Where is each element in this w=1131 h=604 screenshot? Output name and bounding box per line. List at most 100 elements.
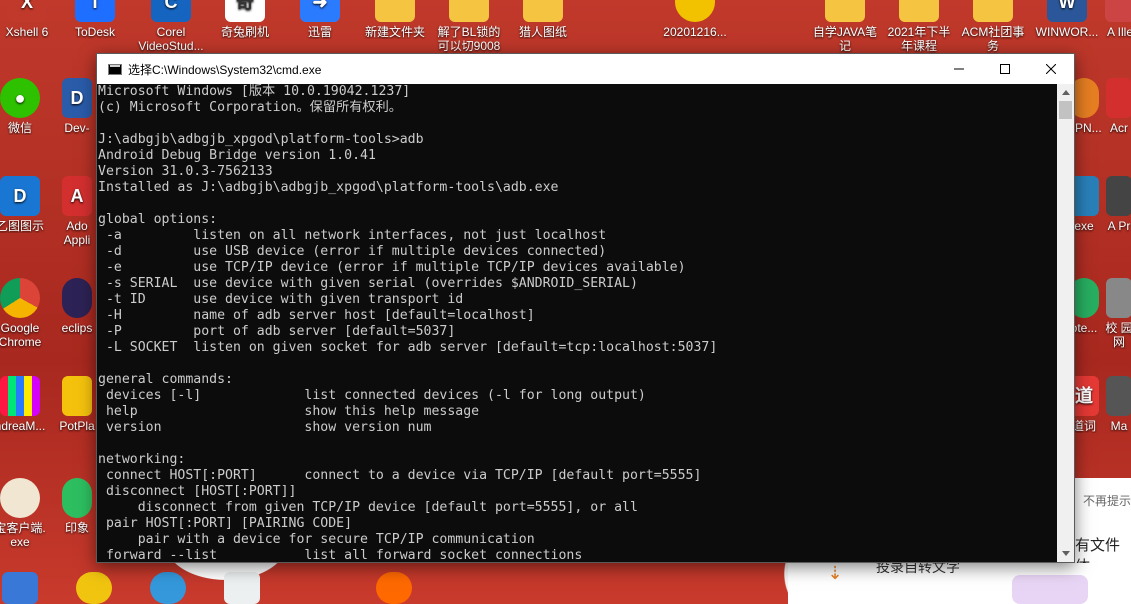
bao-icon <box>0 478 40 518</box>
desktop-icon-potplayer[interactable]: PotPla <box>57 376 97 433</box>
console-line: (c) Microsoft Corporation。保留所有权利。 <box>98 100 402 115</box>
console-line: global options: <box>98 212 218 227</box>
chevron-up-icon <box>1061 90 1070 95</box>
desktop-icon-todesk[interactable]: T ToDesk <box>60 0 130 39</box>
xunlei-icon: ➜ <box>300 0 340 22</box>
qitu-icon: 奇 <box>225 0 265 22</box>
scroll-down-button[interactable] <box>1057 545 1074 562</box>
evernote-icon <box>62 478 92 518</box>
title-bar[interactable]: 选择C:\Windows\System32\cmd.exe <box>97 54 1074 84</box>
desktop-icon-bao[interactable]: 宝客户端. exe <box>0 478 55 549</box>
green-app-icon[interactable] <box>76 572 112 604</box>
usb-icon: ⇣ <box>827 563 843 583</box>
chrome-icon <box>0 278 40 318</box>
desktop-icon-xunlei[interactable]: ➜ 迅雷 <box>285 0 355 39</box>
desktop-icon-hunter[interactable]: 猎人图纸 <box>508 0 578 39</box>
console-line: -L SOCKET listen on given socket for adb… <box>98 340 718 355</box>
folder-icon <box>973 0 1013 22</box>
console-line: -a listen on all network interfaces, not… <box>98 228 607 243</box>
desktop-icon-evernote[interactable]: 印象 <box>57 478 97 535</box>
console-line: pair with a device for secure TCP/IP com… <box>98 532 535 547</box>
console-text[interactable]: Microsoft Windows [版本 10.0.19042.1237] (… <box>98 84 1057 562</box>
desktop-icon-java-notes[interactable]: 自学JAVA笔 记 <box>810 0 880 53</box>
desktop-icon-ille[interactable]: A Ille <box>1100 0 1131 39</box>
image-icon <box>675 0 715 22</box>
desktop-icon-chrome[interactable]: Google Chrome <box>0 278 55 349</box>
app-icon <box>1105 0 1131 22</box>
app-thumbnail-icon <box>1012 575 1088 604</box>
adobe-icon: A <box>62 176 92 216</box>
corel-icon: C <box>151 0 191 22</box>
desktop-icon-corel[interactable]: C Corel VideoStud... <box>136 0 206 53</box>
console-line: forward --list list all forward socket c… <box>98 548 583 562</box>
console-line: disconnect from given TCP/IP device [def… <box>98 500 638 515</box>
minimize-button[interactable] <box>936 54 982 84</box>
scroll-up-button[interactable] <box>1057 84 1074 101</box>
side-panel: 不再提示 有文件体 <box>1075 478 1131 575</box>
console-output[interactable]: Microsoft Windows [版本 10.0.19042.1237] (… <box>97 84 1057 562</box>
console-line: -H name of adb server host [default=loca… <box>98 308 535 323</box>
console-line: J:\adbgjb\adbgjb_xpgod\platform-tools>ad… <box>98 132 424 147</box>
maximize-icon <box>1000 64 1010 74</box>
console-line: devices [-l] list connected devices (-l … <box>98 388 646 403</box>
scrollbar-thumb[interactable] <box>1059 101 1072 119</box>
app-icon <box>1106 376 1131 416</box>
desktop-icon-devcpp[interactable]: D Dev- <box>57 78 97 135</box>
console-line: -s SERIAL use device with given serial (… <box>98 276 638 291</box>
mushroom-app-icon[interactable] <box>150 572 186 604</box>
vertical-scrollbar[interactable] <box>1057 84 1074 562</box>
desktop-icon-bl-folder[interactable]: 解了BL锁的 可以切9008 <box>434 0 504 53</box>
desktop-icon-eclipse[interactable]: eclips <box>57 278 97 335</box>
close-button[interactable] <box>1028 54 1074 84</box>
app-icon <box>1106 278 1131 318</box>
desktop-icon-adobe[interactable]: A Ado Appli <box>57 176 97 247</box>
chevron-down-icon <box>1061 551 1070 556</box>
devcpp-icon: D <box>62 78 92 118</box>
console-line: -d use USB device (error if multiple dev… <box>98 244 607 259</box>
console-line: networking: <box>98 452 186 467</box>
xshell-icon: X <box>7 0 47 22</box>
potplayer-icon <box>62 376 92 416</box>
grid-icon <box>0 376 40 416</box>
wechat-icon: ● <box>0 78 40 118</box>
maximize-button[interactable] <box>982 54 1028 84</box>
console-line: help show this help message <box>98 404 480 419</box>
folder-icon <box>375 0 415 22</box>
desktop-icon-xshell[interactable]: X Xshell 6 <box>0 0 62 39</box>
window-thumb-icon[interactable] <box>2 572 38 604</box>
todesk-icon: T <box>75 0 115 22</box>
desktop-icon-image-2020[interactable]: 20201216... <box>660 0 730 39</box>
desktop-icon-qitu[interactable]: 奇 奇兔刷机 <box>210 0 280 39</box>
desktop-icon-acrobat[interactable]: Acr <box>1104 78 1131 135</box>
desktop-icon-wechat[interactable]: ● 微信 <box>0 78 55 135</box>
desktop-icon-ma[interactable]: Ma <box>1104 376 1131 433</box>
draw-icon: D <box>0 176 40 216</box>
minimize-icon <box>954 68 964 70</box>
desktop-icon-grid[interactable]: ndreaM... <box>0 376 55 433</box>
console-line: Microsoft Windows [版本 10.0.19042.1237] <box>98 84 411 99</box>
desktop-icon-pr[interactable]: A Pr <box>1104 176 1131 233</box>
folder-icon <box>523 0 563 22</box>
desktop-icon-2021-courses[interactable]: 2021年下半 年课程 <box>884 0 954 53</box>
desktop-icon-new-folder[interactable]: 新建文件夹 <box>360 0 430 39</box>
window-title: 选择C:\Windows\System32\cmd.exe <box>128 62 322 77</box>
app-icon <box>1106 176 1131 216</box>
console-line: general commands: <box>98 372 233 387</box>
doc-app-icon[interactable] <box>224 572 260 604</box>
console-line: disconnect [HOST[:PORT]] <box>98 484 297 499</box>
eclipse-icon <box>62 278 92 318</box>
acrobat-icon <box>1106 78 1131 118</box>
desktop-icon-campus-net[interactable]: 校 园网 <box>1104 278 1131 349</box>
console-line: connect HOST[:PORT] connect to a device … <box>98 468 702 483</box>
no-remind-text[interactable]: 不再提示 <box>1083 492 1131 509</box>
cmd-window[interactable]: 选择C:\Windows\System32\cmd.exe Microsoft … <box>96 53 1075 563</box>
word-icon: W <box>1047 0 1087 22</box>
console-line: -t ID use device with given transport id <box>98 292 464 307</box>
mi-app-icon[interactable] <box>376 572 412 604</box>
folder-icon <box>899 0 939 22</box>
console-line: Version 31.0.3-7562133 <box>98 164 273 179</box>
desktop-icon-winword[interactable]: W WINWOR... <box>1032 0 1102 39</box>
desktop-icon-acm[interactable]: ACM社团事 务 <box>958 0 1028 53</box>
folder-icon <box>449 0 489 22</box>
desktop-icon-draw[interactable]: D 乙图图示 <box>0 176 55 233</box>
